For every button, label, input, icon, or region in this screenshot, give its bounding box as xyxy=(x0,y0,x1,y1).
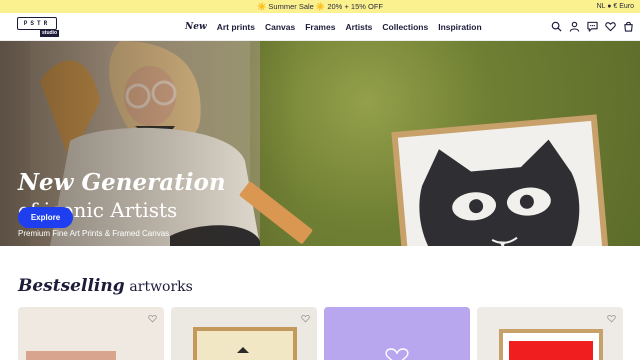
nav-item-art-prints[interactable]: Art prints xyxy=(217,21,255,33)
cart-icon[interactable] xyxy=(623,21,634,32)
product-cards xyxy=(18,307,623,360)
bestselling-heading: Bestselling artworks xyxy=(18,276,193,297)
locale-selector[interactable]: NL ● € Euro xyxy=(597,1,634,12)
product-card[interactable] xyxy=(477,307,623,360)
logo[interactable]: PSTR studio xyxy=(17,17,59,37)
announcement-bar: ☀️ Summer Sale ☀️ 20% + 15% OFF NL ● € E… xyxy=(0,0,640,13)
main-nav: New Art prints Canvas Frames Artists Col… xyxy=(185,21,482,33)
hero-framed-artwork xyxy=(391,114,611,246)
logo-letters: PSTR xyxy=(23,20,51,27)
product-card[interactable] xyxy=(324,307,470,360)
cat-artwork-icon xyxy=(419,139,580,246)
site-header: PSTR studio New Art prints Canvas Frames… xyxy=(0,13,640,41)
nav-item-inspiration[interactable]: Inspiration xyxy=(438,21,481,33)
header-icons xyxy=(551,21,634,32)
search-icon[interactable] xyxy=(551,21,562,32)
nav-item-artists[interactable]: Artists xyxy=(345,21,372,33)
hero-banner[interactable]: New Generation of iconic Artists Premium… xyxy=(0,41,640,246)
wishlist-icon[interactable] xyxy=(605,21,616,32)
product-image xyxy=(193,327,297,360)
chat-icon[interactable] xyxy=(587,21,598,32)
heart-icon[interactable] xyxy=(607,314,616,323)
bestselling-heading-script: Bestselling xyxy=(18,276,125,296)
bestselling-heading-rest: artworks xyxy=(129,279,193,295)
product-image xyxy=(385,348,409,360)
product-image xyxy=(499,329,603,360)
nav-item-canvas[interactable]: Canvas xyxy=(265,21,295,33)
product-card[interactable] xyxy=(18,307,164,360)
hero-title-script: New Generation xyxy=(18,169,226,196)
nav-item-frames[interactable]: Frames xyxy=(305,21,335,33)
heart-icon[interactable] xyxy=(148,314,157,323)
hero-subtitle: Premium Fine Art Prints & Framed Canvas xyxy=(18,229,170,238)
logo-subtitle: studio xyxy=(40,30,59,37)
product-card[interactable] xyxy=(171,307,317,360)
product-image xyxy=(26,351,116,360)
explore-button[interactable]: Explore xyxy=(18,207,73,228)
nav-item-collections[interactable]: Collections xyxy=(382,21,428,33)
heart-icon[interactable] xyxy=(301,314,310,323)
announcement-text: ☀️ Summer Sale ☀️ 20% + 15% OFF xyxy=(256,2,383,11)
nav-item-new[interactable]: New xyxy=(185,21,207,33)
account-icon[interactable] xyxy=(569,21,580,32)
